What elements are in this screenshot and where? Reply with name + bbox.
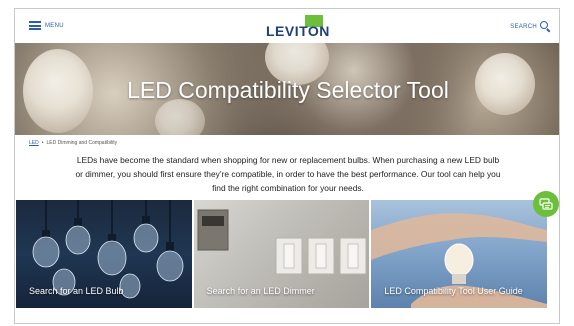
hero-banner: LED Compatibility Selector Tool	[15, 43, 559, 135]
hamburger-icon	[29, 21, 41, 30]
breadcrumb-link-led[interactable]: LED	[29, 140, 39, 146]
logo-text: LEVITON	[266, 23, 330, 39]
leviton-logo[interactable]: LEVITON	[266, 15, 336, 39]
intro-paragraph: LEDs have become the standard when shopp…	[75, 155, 501, 193]
search-label: SEARCH	[510, 23, 537, 30]
card-label: Search for an LED Bulb	[29, 286, 124, 296]
card-row: Search for an LED Bulb Search for an LED…	[16, 200, 548, 308]
chat-icon	[539, 197, 553, 210]
breadcrumb-current: LED Dimming and Compatibility	[46, 140, 118, 146]
site-header: MENU LEVITON SEARCH	[15, 9, 559, 43]
menu-label: MENU	[45, 22, 64, 29]
search-icon	[540, 21, 551, 33]
breadcrumb-separator: •	[41, 140, 44, 146]
page-title: LED Compatibility Selector Tool	[127, 77, 449, 103]
card-label: LED Compatibility Tool User Guide	[384, 286, 523, 296]
chat-button[interactable]	[533, 191, 559, 217]
menu-button[interactable]: MENU	[29, 21, 64, 30]
card-search-dimmer[interactable]: Search for an LED Dimmer	[193, 200, 370, 308]
search-button[interactable]: SEARCH	[510, 21, 551, 33]
card-label: Search for an LED Dimmer	[206, 286, 315, 296]
card-user-guide[interactable]: LED Compatibility Tool User Guide	[371, 200, 548, 308]
hero-bulb-image	[155, 99, 205, 135]
card-search-bulb[interactable]: Search for an LED Bulb	[16, 200, 192, 308]
breadcrumb: LED • LED Dimming and Compatibility	[29, 140, 117, 146]
